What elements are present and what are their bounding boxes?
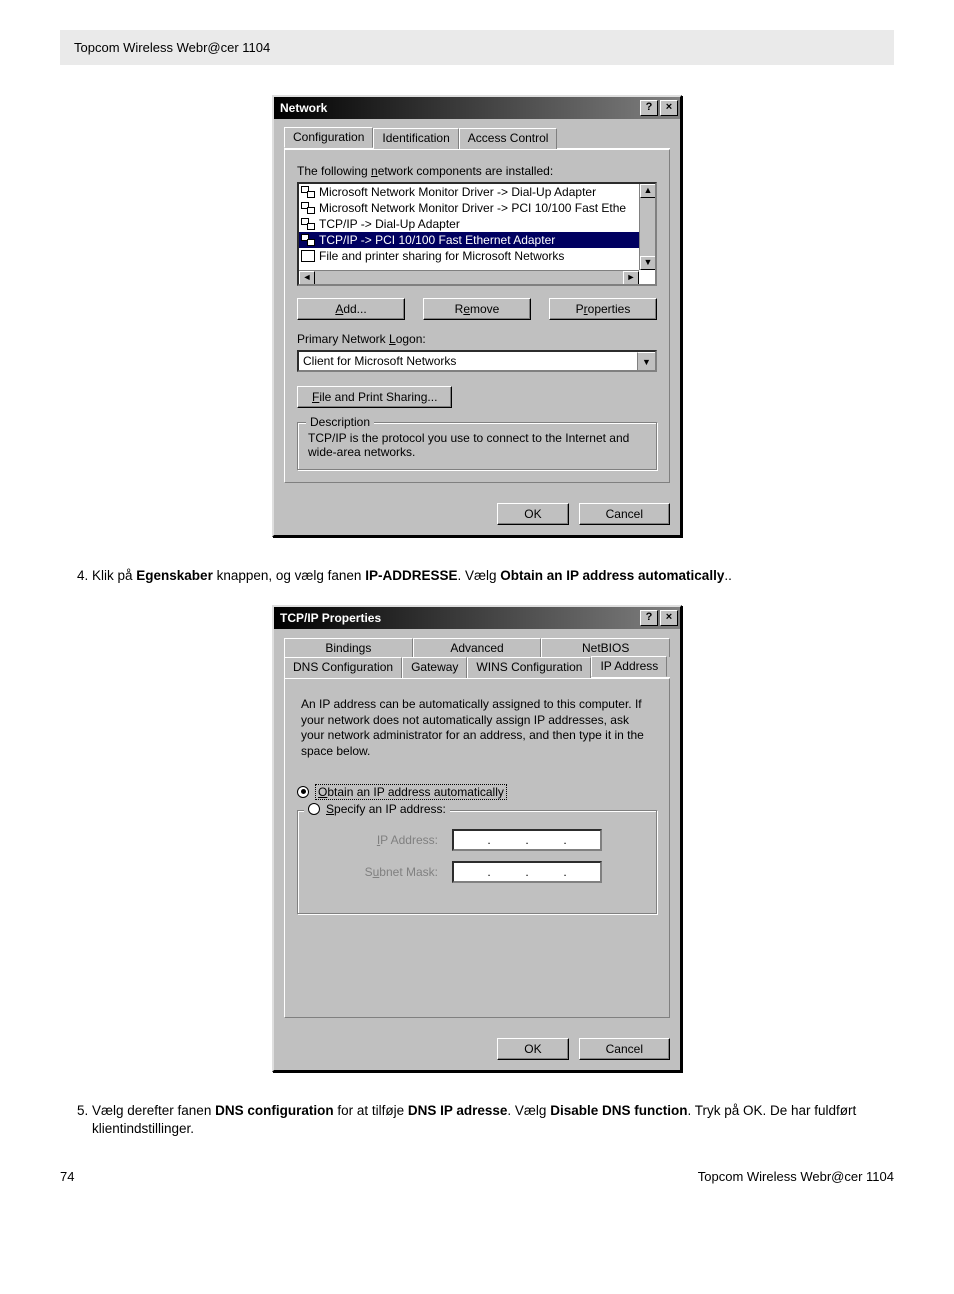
- combo-value: Client for Microsoft Networks: [299, 352, 637, 370]
- tab-access-control[interactable]: Access Control: [459, 128, 558, 149]
- ip-address-field[interactable]: ...: [452, 829, 602, 851]
- tab-dns-configuration[interactable]: DNS Configuration: [284, 657, 402, 678]
- close-button[interactable]: ×: [660, 610, 678, 626]
- horizontal-scrollbar[interactable]: ◄ ►: [299, 270, 639, 284]
- service-icon: [301, 250, 315, 262]
- footer-right: Topcom Wireless Webr@cer 1104: [698, 1169, 894, 1184]
- scroll-down-icon[interactable]: ▼: [640, 256, 656, 270]
- help-button[interactable]: ?: [640, 100, 658, 116]
- close-button[interactable]: ×: [660, 100, 678, 116]
- step-4: Klik på Egenskaber knappen, og vælg fane…: [92, 567, 894, 585]
- subnet-mask-label: Subnet Mask:: [348, 865, 438, 879]
- tab-panel: The following network components are ins…: [284, 149, 670, 483]
- list-item[interactable]: File and printer sharing for Microsoft N…: [299, 248, 655, 264]
- ip-address-row: IP Address: ...: [348, 829, 646, 851]
- step-5: Vælg derefter fanen DNS configuration fo…: [92, 1102, 894, 1138]
- list-item-selected[interactable]: TCP/IP -> PCI 10/100 Fast Ethernet Adapt…: [299, 232, 655, 248]
- dialog-title: Network: [280, 101, 327, 115]
- network-dialog: Network ? × Configuration Identification…: [272, 95, 682, 537]
- tab-row-1: Bindings Advanced NetBIOS: [284, 637, 670, 657]
- tab-panel: An IP address can be automatically assig…: [284, 678, 670, 1018]
- scroll-up-icon[interactable]: ▲: [640, 184, 656, 198]
- page-number: 74: [60, 1169, 74, 1184]
- radio-icon: [297, 786, 309, 798]
- add-button[interactable]: Add...: [297, 298, 405, 320]
- description-group: Description TCP/IP is the protocol you u…: [297, 422, 657, 470]
- tab-row: Configuration Identification Access Cont…: [284, 127, 670, 149]
- vertical-scrollbar[interactable]: ▲ ▼: [639, 184, 655, 270]
- chevron-down-icon[interactable]: ▼: [637, 352, 655, 370]
- protocol-icon: [301, 202, 315, 214]
- tab-advanced[interactable]: Advanced: [413, 638, 542, 657]
- scroll-left-icon[interactable]: ◄: [299, 271, 315, 285]
- protocol-icon: [301, 186, 315, 198]
- ip-blurb: An IP address can be automatically assig…: [301, 697, 653, 759]
- tab-wins-configuration[interactable]: WINS Configuration: [467, 657, 591, 678]
- specify-group: Specify an IP address: IP Address: ... S…: [297, 810, 657, 914]
- radio-specify-label[interactable]: Specify an IP address:: [326, 802, 446, 816]
- primary-logon-combo[interactable]: Client for Microsoft Networks ▼: [297, 350, 657, 372]
- cancel-button[interactable]: Cancel: [579, 1038, 670, 1060]
- ip-address-label: IP Address:: [348, 833, 438, 847]
- cancel-button[interactable]: Cancel: [579, 503, 670, 525]
- radio-icon[interactable]: [308, 803, 320, 815]
- properties-button[interactable]: Properties: [549, 298, 657, 320]
- scroll-right-icon[interactable]: ►: [623, 271, 639, 285]
- remove-button[interactable]: Remove: [423, 298, 531, 320]
- header-title: Topcom Wireless Webr@cer 1104: [74, 40, 270, 55]
- description-legend: Description: [306, 415, 374, 429]
- tab-netbios[interactable]: NetBIOS: [541, 638, 670, 657]
- protocol-icon: [301, 234, 315, 246]
- page-footer: 74 Topcom Wireless Webr@cer 1104: [60, 1169, 894, 1184]
- radio-obtain-auto[interactable]: Obtain an IP address automatically: [297, 784, 657, 800]
- description-text: TCP/IP is the protocol you use to connec…: [308, 431, 646, 459]
- file-print-sharing-button[interactable]: File and Print Sharing...: [297, 386, 452, 408]
- list-item[interactable]: TCP/IP -> Dial-Up Adapter: [299, 216, 655, 232]
- tab-bindings[interactable]: Bindings: [284, 638, 413, 657]
- subnet-mask-field[interactable]: ...: [452, 861, 602, 883]
- tab-ip-address[interactable]: IP Address: [591, 656, 667, 677]
- protocol-icon: [301, 218, 315, 230]
- tab-identification[interactable]: Identification: [373, 128, 458, 149]
- dialog-title: TCP/IP Properties: [280, 611, 381, 625]
- tab-configuration[interactable]: Configuration: [284, 127, 373, 148]
- components-listbox[interactable]: Microsoft Network Monitor Driver -> Dial…: [297, 182, 657, 286]
- installed-label: The following network components are ins…: [297, 164, 657, 178]
- radio-label: Obtain an IP address automatically: [315, 784, 507, 800]
- list-item[interactable]: Microsoft Network Monitor Driver -> PCI …: [299, 200, 655, 216]
- tab-row-2: DNS Configuration Gateway WINS Configura…: [284, 656, 670, 678]
- titlebar: Network ? ×: [274, 97, 680, 119]
- ok-button[interactable]: OK: [497, 1038, 568, 1060]
- tcpip-dialog: TCP/IP Properties ? × Bindings Advanced …: [272, 605, 682, 1072]
- list-item[interactable]: Microsoft Network Monitor Driver -> Dial…: [299, 184, 655, 200]
- titlebar: TCP/IP Properties ? ×: [274, 607, 680, 629]
- page-header: Topcom Wireless Webr@cer 1104: [60, 30, 894, 65]
- primary-logon-label: Primary Network Logon:: [297, 332, 657, 346]
- help-button[interactable]: ?: [640, 610, 658, 626]
- ok-button[interactable]: OK: [497, 503, 568, 525]
- tab-gateway[interactable]: Gateway: [402, 657, 467, 678]
- subnet-mask-row: Subnet Mask: ...: [348, 861, 646, 883]
